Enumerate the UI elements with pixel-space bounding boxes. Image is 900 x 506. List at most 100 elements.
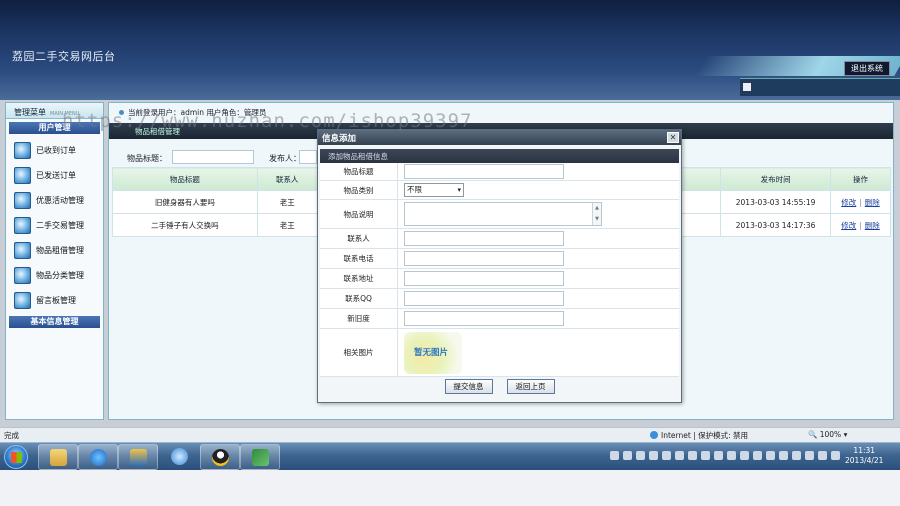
- tray-icon[interactable]: [610, 451, 619, 460]
- tray-icon[interactable]: [701, 451, 710, 460]
- clock[interactable]: 11:31 2013/4/21: [845, 446, 883, 466]
- edit-link[interactable]: 修改: [841, 198, 856, 207]
- form-row-contact: 联系人: [320, 229, 679, 249]
- image-placeholder[interactable]: 暂无图片: [404, 331, 462, 374]
- excel-icon: [252, 449, 269, 466]
- search-publisher-input[interactable]: [299, 150, 317, 164]
- delete-link[interactable]: 删除: [865, 198, 880, 207]
- sidebar-item-promotions[interactable]: 优惠活动管理: [6, 188, 103, 213]
- field-label: 相关图片: [320, 329, 398, 376]
- taskbar-app[interactable]: [160, 444, 198, 470]
- taskbar-excel[interactable]: [240, 444, 280, 470]
- cell-actions: 修改 | 删除: [830, 190, 891, 214]
- delete-link[interactable]: 删除: [865, 221, 880, 230]
- zoom-text: 100%: [819, 430, 842, 439]
- tray-icon[interactable]: [766, 451, 775, 460]
- qq-icon: [212, 449, 229, 466]
- field-label: 物品类别: [320, 181, 398, 199]
- sidebar-item-label: 留言板管理: [36, 296, 76, 305]
- field-label: 新旧度: [320, 309, 398, 328]
- taskbar-ie[interactable]: [78, 444, 118, 470]
- sidebar-item-sent-orders[interactable]: 已发送订单: [6, 163, 103, 188]
- app-header: 荔园二手交易网后台 退出系统: [0, 0, 900, 100]
- field-label: 物品说明: [320, 200, 398, 228]
- tray-icon[interactable]: [831, 451, 840, 460]
- contact-input[interactable]: [404, 231, 564, 246]
- tray-icon[interactable]: [636, 451, 645, 460]
- logout-button[interactable]: 退出系统: [844, 61, 890, 76]
- tray-icon[interactable]: [675, 451, 684, 460]
- back-button[interactable]: 返回上页: [506, 379, 555, 394]
- dialog-title-bar: 信息添加 ✕: [318, 130, 681, 145]
- sidebar-item-received-orders[interactable]: 已收到订单: [6, 138, 103, 163]
- tray-icon[interactable]: [779, 451, 788, 460]
- column-header-contact: 联系人: [256, 167, 318, 191]
- search-title-label: 物品标题：: [127, 154, 167, 163]
- site-title: 荔园二手交易网后台: [12, 50, 116, 63]
- app-icon: [171, 448, 188, 465]
- tray-icon[interactable]: [792, 451, 801, 460]
- header-subbar: [740, 78, 900, 96]
- dialog-subtitle: 添加物品租借信息: [320, 149, 679, 163]
- sidebar-item-messages[interactable]: 留言板管理: [6, 288, 103, 313]
- title-input[interactable]: [404, 164, 564, 179]
- tray-icon[interactable]: [727, 451, 736, 460]
- edit-link[interactable]: 修改: [841, 221, 856, 230]
- tray-icon[interactable]: [714, 451, 723, 460]
- search-title-input[interactable]: [172, 150, 254, 164]
- category-select[interactable]: 不限 ▾: [404, 183, 464, 197]
- security-zone: Internet | 保护模式: 禁用: [650, 430, 748, 441]
- menu-icon: [14, 242, 31, 259]
- system-tray: [610, 451, 840, 460]
- field-label: 联系电话: [320, 249, 398, 268]
- taskbar-explorer[interactable]: [38, 444, 78, 470]
- category-value: 不限: [407, 185, 422, 194]
- tray-icon[interactable]: [623, 451, 632, 460]
- taskbar-people[interactable]: [118, 444, 158, 470]
- column-header-actions: 操作: [830, 167, 891, 191]
- scrollbar[interactable]: ▲ ▼: [592, 203, 601, 225]
- phone-input[interactable]: [404, 251, 564, 266]
- taskbar-qq[interactable]: [200, 444, 240, 470]
- field-label: 联系QQ: [320, 289, 398, 308]
- tray-icon[interactable]: [688, 451, 697, 460]
- menu-icon: [14, 192, 31, 209]
- field-label: 联系地址: [320, 269, 398, 288]
- tray-icon[interactable]: [753, 451, 762, 460]
- bottom-area: [0, 470, 900, 506]
- cell-actions: 修改 | 删除: [830, 213, 891, 237]
- sidebar-group-basic-info[interactable]: 基本信息管理: [9, 316, 100, 328]
- cell-contact: 老王: [256, 213, 318, 237]
- tray-icon[interactable]: [805, 451, 814, 460]
- submit-button[interactable]: 提交信息: [444, 379, 493, 394]
- sidebar-item-rental[interactable]: 物品租借管理: [6, 238, 103, 263]
- column-header-title: 物品标题: [112, 167, 258, 191]
- menu-icon: [14, 267, 31, 284]
- qq-input[interactable]: [404, 291, 564, 306]
- field-label: 联系人: [320, 229, 398, 248]
- zoom-level[interactable]: 🔍 100% ▾: [808, 430, 847, 439]
- form-row-qq: 联系QQ: [320, 289, 679, 309]
- condition-input[interactable]: [404, 311, 564, 326]
- sidebar-item-categories[interactable]: 物品分类管理: [6, 263, 103, 288]
- form-row-image: 相关图片 暂无图片: [320, 329, 679, 377]
- add-info-dialog: 信息添加 ✕ 添加物品租借信息 物品标题 物品类别 不限 ▾ 物品说明 ▲ ▼ 联系…: [317, 129, 682, 403]
- ie-icon: [90, 449, 107, 466]
- header-toggle-button[interactable]: [742, 82, 752, 92]
- close-icon[interactable]: ✕: [667, 132, 679, 143]
- description-textarea[interactable]: ▲ ▼: [404, 202, 602, 226]
- menu-icon: [14, 217, 31, 234]
- sidebar-item-secondhand[interactable]: 二手交易管理: [6, 213, 103, 238]
- cell-title: 二手锤子有人交换吗: [112, 213, 258, 237]
- cell-title: 旧健身器有人要吗: [112, 190, 258, 214]
- sidebar-item-label: 已发送订单: [36, 171, 76, 180]
- sidebar-item-label: 已收到订单: [36, 146, 76, 155]
- tray-icon[interactable]: [662, 451, 671, 460]
- tray-icon[interactable]: [818, 451, 827, 460]
- tray-icon[interactable]: [740, 451, 749, 460]
- field-label: 物品标题: [320, 163, 398, 180]
- address-input[interactable]: [404, 271, 564, 286]
- dialog-title: 信息添加: [322, 134, 357, 144]
- tray-icon[interactable]: [649, 451, 658, 460]
- start-button[interactable]: [4, 445, 28, 469]
